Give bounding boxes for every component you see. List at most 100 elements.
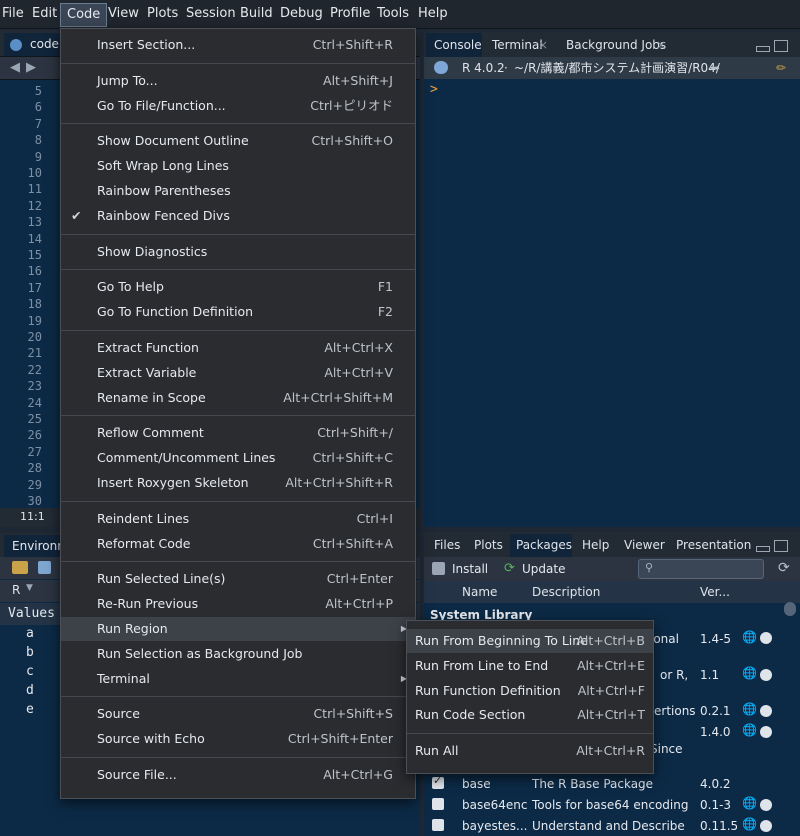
tab-background-jobs[interactable]: Background Jobs ×	[560, 33, 676, 57]
tab-console[interactable]: Console	[426, 33, 482, 57]
menu-item-extract-function[interactable]: Extract Function Alt+Ctrl+X	[61, 336, 415, 360]
minimize-pane-icon[interactable]	[756, 46, 770, 52]
env-variable[interactable]: c	[26, 664, 34, 679]
menu-item-go-to-help[interactable]: Go To Help F1	[61, 275, 415, 299]
scrollbar[interactable]	[784, 602, 796, 616]
navigate-icon[interactable]: ➦	[710, 57, 720, 79]
menu-session[interactable]: Session	[186, 0, 236, 28]
env-variable[interactable]: b	[26, 645, 34, 660]
menu-plots[interactable]: Plots	[147, 0, 178, 28]
menu-code[interactable]: Code	[60, 3, 108, 27]
tab-packages[interactable]: Packages	[510, 534, 572, 557]
minimize-pane-icon[interactable]	[756, 546, 770, 552]
menu-profile[interactable]: Profile	[330, 0, 370, 28]
menu-item-run-region[interactable]: Run Region ▶	[61, 617, 415, 641]
submenu-item-label: Run From Line to End	[415, 657, 549, 673]
remove-icon[interactable]	[760, 820, 772, 832]
tab-help[interactable]: Help	[576, 534, 612, 557]
globe-icon[interactable]: 🌐	[742, 796, 757, 810]
maximize-pane-icon[interactable]	[774, 540, 788, 552]
save-workspace-icon[interactable]	[38, 561, 51, 574]
clear-console-icon[interactable]: ✏	[776, 57, 786, 79]
console-prompt[interactable]: >	[430, 82, 438, 97]
menu-item-terminal[interactable]: Terminal ▶	[61, 667, 415, 691]
globe-icon[interactable]: 🌐	[742, 702, 757, 716]
column-name[interactable]: Name	[462, 581, 497, 603]
submenu-item-run-from-line-to-end[interactable]: Run From Line to End Alt+Ctrl+E	[407, 654, 653, 678]
menu-item-reflow-comment[interactable]: Reflow Comment Ctrl+Shift+/	[61, 421, 415, 445]
table-row[interactable]: base64enc Tools for base64 encoding 0.1-…	[424, 795, 780, 815]
menu-item-source-file[interactable]: Source File... Alt+Ctrl+G	[61, 763, 415, 787]
menu-item-re-run-previous[interactable]: Re-Run Previous Alt+Ctrl+P	[61, 592, 415, 616]
package-checkbox[interactable]: ✓	[432, 774, 444, 789]
column-version[interactable]: Ver...	[700, 581, 730, 603]
remove-icon[interactable]	[760, 632, 772, 644]
menu-file[interactable]: File	[2, 0, 24, 28]
menu-tools[interactable]: Tools	[377, 0, 409, 28]
menu-item-rename-in-scope[interactable]: Rename in Scope Alt+Ctrl+Shift+M	[61, 386, 415, 410]
menu-item-insert-section[interactable]: Insert Section... Ctrl+Shift+R	[61, 33, 415, 57]
menu-edit[interactable]: Edit	[32, 0, 57, 28]
menu-item-rainbow-fenced-divs[interactable]: ✔ Rainbow Fenced Divs	[61, 204, 415, 228]
env-variable[interactable]: d	[26, 683, 34, 698]
menu-item-jump-to[interactable]: Jump To... Alt+Shift+J	[61, 69, 415, 93]
globe-icon[interactable]: 🌐	[742, 817, 757, 831]
globe-icon[interactable]: 🌐	[742, 630, 757, 644]
menu-item-rainbow-parentheses[interactable]: Rainbow Parentheses	[61, 179, 415, 203]
language-select[interactable]: R	[12, 583, 20, 597]
package-name[interactable]: base64enc	[462, 798, 527, 812]
menu-item-run-selection-as-background-job[interactable]: Run Selection as Background Job	[61, 642, 415, 666]
back-arrow-icon[interactable]: ◀	[10, 60, 20, 75]
menu-item-soft-wrap-long-lines[interactable]: Soft Wrap Long Lines	[61, 154, 415, 178]
menu-item-reindent-lines[interactable]: Reindent Lines Ctrl+I	[61, 507, 415, 531]
tab-viewer[interactable]: Viewer	[618, 534, 665, 557]
package-checkbox[interactable]	[432, 819, 444, 831]
menu-item-source-with-echo[interactable]: Source with Echo Ctrl+Shift+Enter	[61, 727, 415, 751]
menu-help[interactable]: Help	[418, 0, 448, 28]
globe-icon[interactable]: 🌐	[742, 666, 757, 680]
package-checkbox[interactable]	[432, 798, 444, 810]
remove-icon[interactable]	[760, 705, 772, 717]
tab-terminal[interactable]: Terminal ×	[486, 33, 554, 57]
maximize-pane-icon[interactable]	[774, 40, 788, 52]
menu-item-source[interactable]: Source Ctrl+Shift+S	[61, 702, 415, 726]
menu-item-comment-uncomment-lines[interactable]: Comment/Uncomment Lines Ctrl+Shift+C	[61, 446, 415, 470]
menu-item-show-document-outline[interactable]: Show Document Outline Ctrl+Shift+O	[61, 129, 415, 153]
env-variable[interactable]: e	[26, 702, 34, 717]
menu-build[interactable]: Build	[240, 0, 273, 28]
menu-view[interactable]: View	[108, 0, 139, 28]
tab-plots[interactable]: Plots	[468, 534, 506, 557]
load-workspace-icon[interactable]	[12, 561, 28, 574]
remove-icon[interactable]	[760, 726, 772, 738]
menu-item-insert-roxygen-skeleton[interactable]: Insert Roxygen Skeleton Alt+Ctrl+Shift+R	[61, 471, 415, 495]
table-row[interactable]: bayestes... Understand and Describe 0.11…	[424, 816, 780, 836]
env-variable[interactable]: a	[26, 626, 34, 641]
menu-debug[interactable]: Debug	[280, 0, 323, 28]
menu-item-go-to-function-definition[interactable]: Go To Function Definition F2	[61, 300, 415, 324]
tab-presentation[interactable]: Presentation	[670, 534, 752, 557]
submenu-item-run-code-section[interactable]: Run Code Section Alt+Ctrl+T	[407, 703, 653, 727]
globe-icon[interactable]: 🌐	[742, 723, 757, 737]
submenu-item-run-from-beginning-to-line[interactable]: Run From Beginning To Line Alt+Ctrl+B	[407, 629, 653, 653]
close-icon[interactable]: ×	[656, 33, 666, 57]
table-row[interactable]: ✓ base The R Base Package 4.0.2	[424, 774, 780, 794]
tab-files[interactable]: Files	[428, 534, 464, 557]
menu-item-run-selected-line-s[interactable]: Run Selected Line(s) Ctrl+Enter	[61, 567, 415, 591]
refresh-icon[interactable]: ⟳	[778, 560, 790, 576]
menu-item-extract-variable[interactable]: Extract Variable Alt+Ctrl+V	[61, 361, 415, 385]
package-name[interactable]: base	[462, 777, 491, 791]
column-description[interactable]: Description	[532, 581, 600, 603]
remove-icon[interactable]	[760, 799, 772, 811]
menu-item-reformat-code[interactable]: Reformat Code Ctrl+Shift+A	[61, 532, 415, 556]
update-button[interactable]: ⟳ Update	[504, 560, 568, 578]
package-name[interactable]: bayestes...	[462, 819, 528, 833]
submenu-item-run-all[interactable]: Run All Alt+Ctrl+R	[407, 739, 653, 763]
submenu-item-run-function-definition[interactable]: Run Function Definition Alt+Ctrl+F	[407, 679, 653, 703]
package-search-input[interactable]: ⚲	[638, 559, 764, 579]
close-icon[interactable]: ×	[538, 33, 548, 57]
forward-arrow-icon[interactable]: ▶	[26, 60, 36, 75]
install-button[interactable]: Install	[432, 560, 488, 578]
menu-item-go-to-file-function[interactable]: Go To File/Function... Ctrl+ピリオド	[61, 94, 415, 118]
remove-icon[interactable]	[760, 669, 772, 681]
menu-item-show-diagnostics[interactable]: Show Diagnostics	[61, 240, 415, 264]
